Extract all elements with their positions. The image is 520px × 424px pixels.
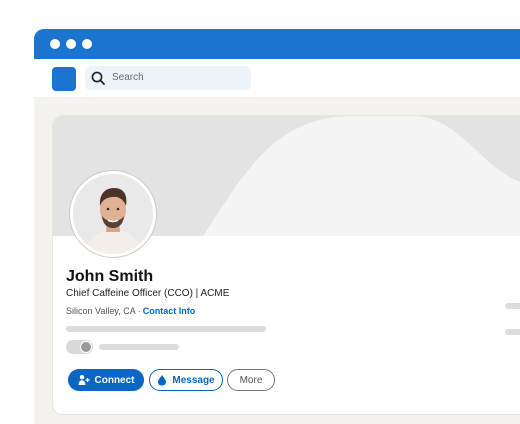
- placeholder-bar-short: [99, 344, 179, 350]
- more-label: More: [239, 374, 263, 386]
- profile-location: Silicon Valley, CA: [66, 306, 136, 316]
- side-placeholder-bar: [505, 329, 520, 335]
- profile-headline: Chief Caffeine Officer (CCO) | ACME: [66, 288, 230, 299]
- connect-label: Connect: [94, 374, 135, 386]
- message-label: Message: [172, 374, 215, 386]
- top-navbar: Search: [34, 59, 520, 97]
- avatar-photo: [73, 174, 153, 254]
- app-logo[interactable]: [52, 67, 76, 91]
- contact-info-link[interactable]: Contact Info: [143, 306, 196, 316]
- person-icon: [80, 341, 92, 353]
- window-dot-maximize[interactable]: [82, 39, 92, 49]
- search-bar[interactable]: Search: [85, 66, 251, 90]
- window-dot-minimize[interactable]: [66, 39, 76, 49]
- connections-toggle[interactable]: [66, 340, 93, 354]
- avatar[interactable]: [70, 171, 156, 257]
- side-placeholder-bar: [505, 303, 520, 309]
- location-separator: ·: [137, 306, 141, 316]
- message-drop-icon: [158, 375, 167, 386]
- message-button[interactable]: Message: [149, 369, 223, 391]
- search-icon: [91, 71, 105, 85]
- browser-window: Search John Smith Chief Caffeine Officer…: [34, 29, 520, 424]
- window-titlebar: [34, 29, 520, 59]
- more-button[interactable]: More: [227, 369, 275, 391]
- profile-location-row: Silicon Valley, CA · Contact Info: [66, 306, 195, 316]
- profile-card: John Smith Chief Caffeine Officer (CCO) …: [53, 116, 520, 414]
- profile-name: John Smith: [66, 268, 154, 285]
- placeholder-bar: [66, 326, 266, 332]
- window-dot-close[interactable]: [50, 39, 60, 49]
- search-input[interactable]: Search: [112, 72, 144, 83]
- connect-button[interactable]: Connect: [68, 369, 144, 391]
- add-person-icon: [78, 375, 89, 385]
